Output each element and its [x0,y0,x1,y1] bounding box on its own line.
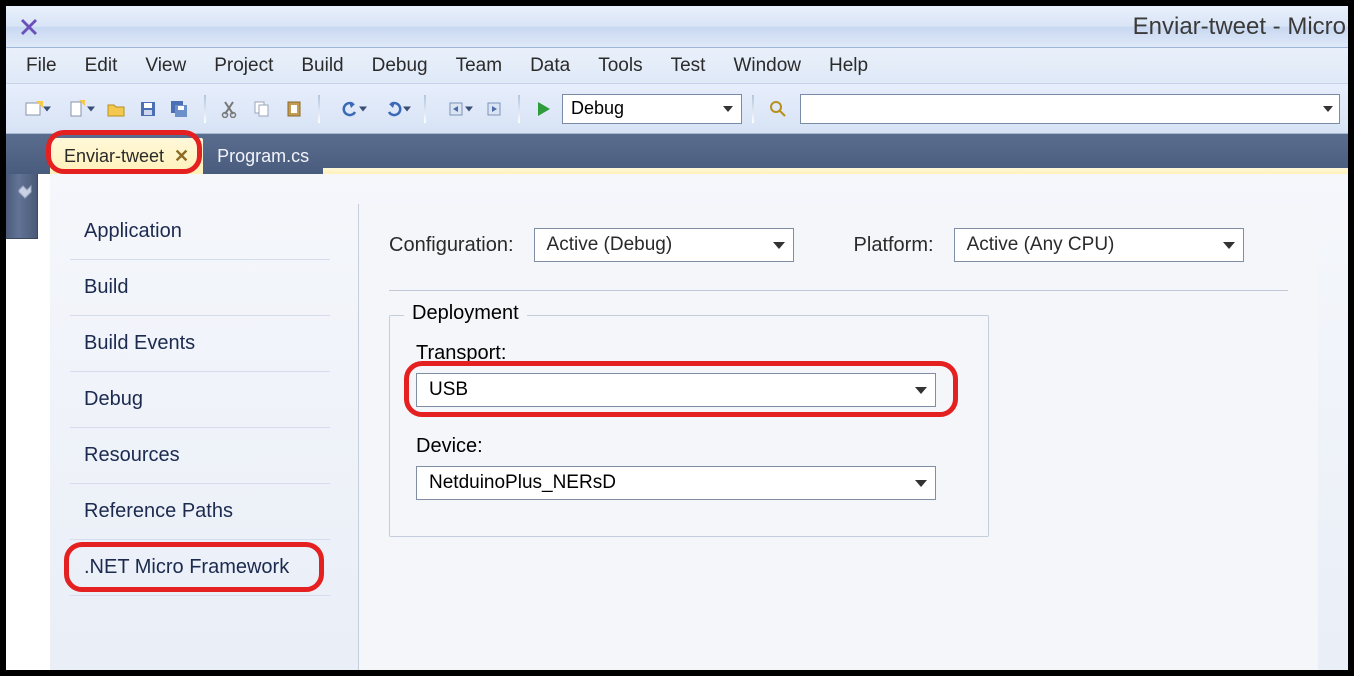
menu-file[interactable]: File [12,51,71,81]
sidebar-item-label: Resources [84,444,180,466]
sidebar-item-build[interactable]: Build [70,260,330,316]
chevron-down-icon [915,387,927,394]
tab-program-cs[interactable]: Program.cs [203,138,323,174]
window-title: Enviar-tweet - Micro [1133,13,1348,41]
configuration-label: Configuration: [389,234,514,257]
menu-debug[interactable]: Debug [358,51,442,81]
menu-build[interactable]: Build [287,51,357,81]
sidebar-item-label: Build [84,276,128,298]
open-button[interactable] [102,95,130,123]
toolbox-icon [17,182,33,202]
undo-button[interactable] [330,95,370,123]
sidebar-item-debug[interactable]: Debug [70,372,330,428]
menu-view[interactable]: View [131,51,200,81]
dropdown-value: Active (Debug) [547,234,673,256]
configuration-dropdown[interactable]: Active (Debug) [534,228,794,262]
tab-enviar-tweet[interactable]: Enviar-tweet ✕ [50,138,203,174]
sidebar-item-label: Reference Paths [84,500,233,522]
menu-edit[interactable]: Edit [71,51,132,81]
sidebar-item-label: Application [84,220,182,242]
platform-label: Platform: [854,234,934,257]
sidebar-item-label: Debug [84,388,143,410]
paste-button[interactable] [280,95,308,123]
configuration-row: Configuration: Active (Debug) Platform: … [389,228,1318,262]
menu-help[interactable]: Help [815,51,882,81]
nav-fwd-button[interactable] [480,95,508,123]
menu-test[interactable]: Test [657,51,720,81]
toolbar-separator [752,95,754,123]
close-icon[interactable]: ✕ [174,146,189,167]
property-page-sidebar: Application Build Build Events Debug Res… [70,204,330,670]
chevron-down-icon [1223,242,1235,249]
sidebar-item-label: .NET Micro Framework [84,556,289,578]
redo-button[interactable] [374,95,414,123]
nav-back-button[interactable] [436,95,476,123]
dropdown-value: Active (Any CPU) [967,234,1115,256]
chevron-down-icon [1323,106,1333,112]
menu-data[interactable]: Data [516,51,584,81]
tab-label: Enviar-tweet [64,146,164,167]
property-pane: Configuration: Active (Debug) Platform: … [358,204,1318,670]
chevron-down-icon [773,242,785,249]
add-item-button[interactable] [58,95,98,123]
toolbar-separator [318,95,320,123]
transport-dropdown[interactable]: USB [416,373,936,407]
platform-dropdown[interactable]: Active (Any CPU) [954,228,1244,262]
deployment-group: Deployment Transport: USB Device: Netdui… [389,315,989,537]
sidebar-item-reference-paths[interactable]: Reference Paths [70,484,330,540]
menu-team[interactable]: Team [442,51,516,81]
copy-button[interactable] [248,95,276,123]
cut-button[interactable] [216,95,244,123]
sidebar-item-resources[interactable]: Resources [70,428,330,484]
dropdown-value: NetduinoPlus_NERsD [429,472,616,494]
sidebar-item-net-micro-framework[interactable]: .NET Micro Framework [70,540,330,596]
menu-tools[interactable]: Tools [584,51,656,81]
document-tabstrip: Enviar-tweet ✕ Program.cs [6,134,1348,174]
toolbar: Debug [6,84,1348,134]
toolbar-separator [424,95,426,123]
deployment-legend: Deployment [404,302,527,325]
sidebar-item-label: Build Events [84,332,195,354]
vs-logo-icon [18,16,40,38]
project-properties-page: Application Build Build Events Debug Res… [50,174,1348,670]
chevron-down-icon [915,480,927,487]
menu-window[interactable]: Window [719,51,815,81]
save-all-button[interactable] [166,95,194,123]
titlebar: Enviar-tweet - Micro [6,6,1348,48]
menubar: File Edit View Project Build Debug Team … [6,48,1348,84]
save-button[interactable] [134,95,162,123]
new-project-button[interactable] [14,95,54,123]
find-button[interactable] [764,95,792,123]
toolbar-separator [204,95,206,123]
chevron-down-icon [723,106,733,112]
configuration-combo-value: Debug [571,98,624,119]
transport-label: Transport: [416,342,962,365]
device-label: Device: [416,435,962,458]
sidebar-item-application[interactable]: Application [70,204,330,260]
menu-project[interactable]: Project [200,51,287,81]
dropdown-value: USB [429,379,468,401]
configuration-combo[interactable]: Debug [562,94,742,124]
divider [389,290,1288,291]
toolbar-separator [518,95,520,123]
sidebar-item-build-events[interactable]: Build Events [70,316,330,372]
device-dropdown[interactable]: NetduinoPlus_NERsD [416,466,936,500]
search-box[interactable] [800,94,1340,124]
start-debug-button[interactable] [530,95,558,123]
tab-label: Program.cs [217,146,309,167]
